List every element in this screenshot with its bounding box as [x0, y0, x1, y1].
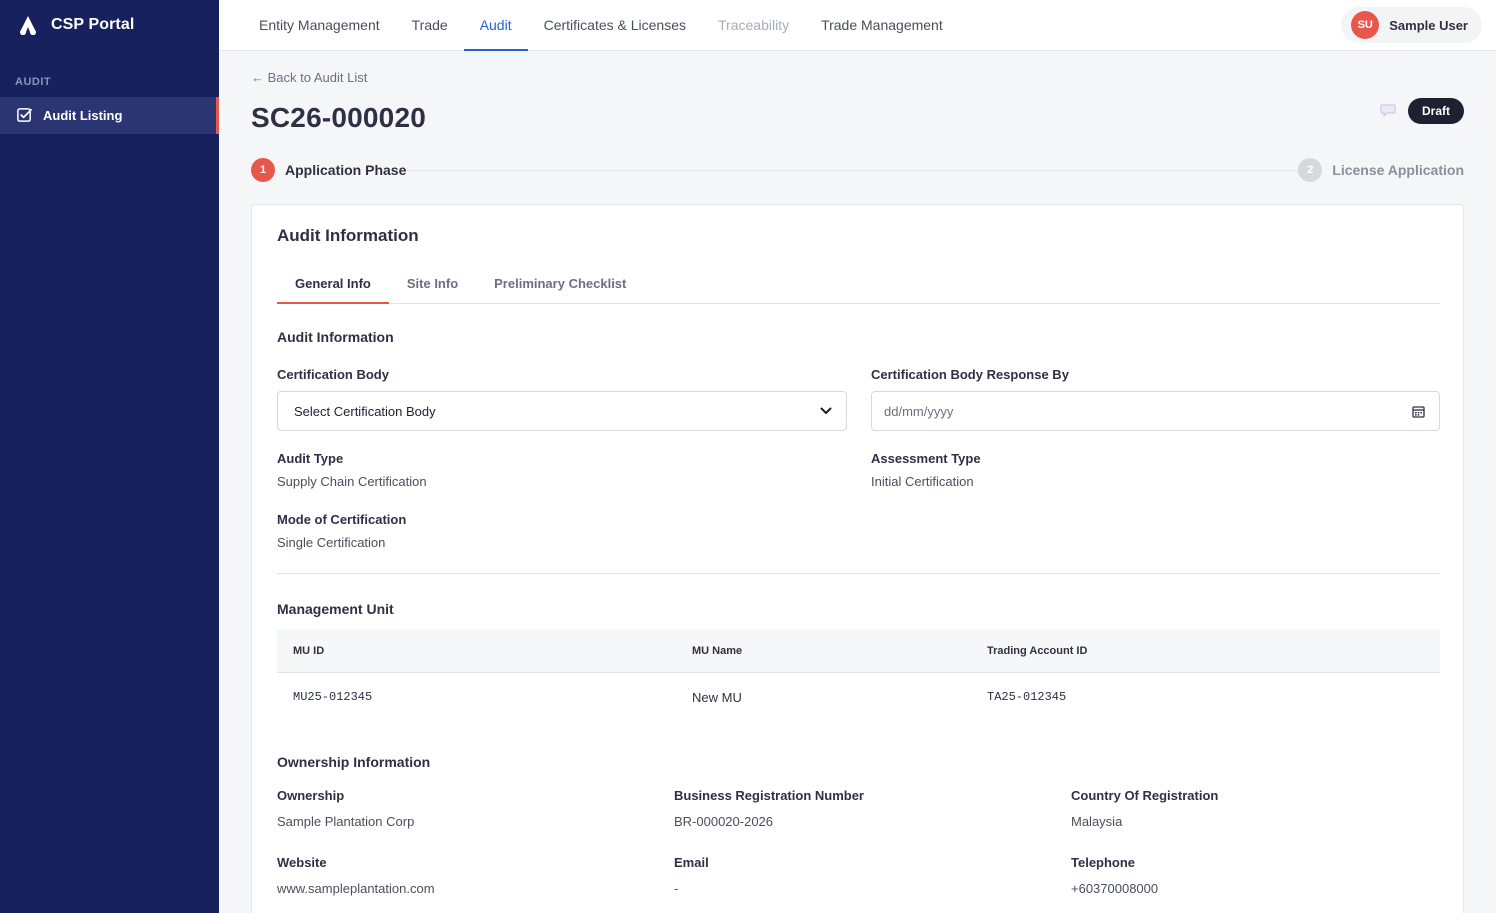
section-heading-audit-information: Audit Information — [277, 329, 394, 345]
sidebar-section-label: AUDIT — [15, 76, 52, 88]
user-menu[interactable]: SU Sample User — [1341, 7, 1482, 43]
business-registration-number-label: Business Registration Number — [674, 788, 864, 803]
ownership-value: Sample Plantation Corp — [277, 814, 415, 829]
sidebar: CSP Portal AUDIT Audit Listing — [0, 0, 219, 913]
tab-general-info[interactable]: General Info — [277, 265, 389, 304]
email-label: Email — [674, 855, 709, 870]
ownership-label: Ownership — [277, 788, 345, 803]
cell-mu-name: New MU — [692, 690, 742, 705]
certification-body-label: Certification Body — [277, 367, 389, 382]
page-title: SC26-000020 — [251, 102, 426, 133]
step-application-phase[interactable]: 1 Application Phase — [251, 158, 406, 182]
management-unit-table: MU ID MU Name Trading Account ID MU25-01… — [277, 630, 1440, 719]
tab-site-info[interactable]: Site Info — [389, 265, 476, 304]
step-license-application[interactable]: 2 License Application — [1298, 158, 1464, 182]
status-badge: Draft — [1407, 98, 1464, 124]
step-label: License Application — [1332, 162, 1464, 178]
brand[interactable]: CSP Portal — [0, 0, 219, 50]
telephone-label: Telephone — [1071, 855, 1136, 870]
table-header: MU ID MU Name Trading Account ID — [277, 630, 1440, 673]
tab-preliminary-checklist[interactable]: Preliminary Checklist — [476, 265, 644, 304]
table-row: MU25-012345 New MU TA25-012345 — [277, 673, 1440, 719]
tab-entity-management[interactable]: Entity Management — [243, 0, 396, 51]
stepper-line — [404, 170, 1302, 171]
nav-tabs: Entity Management Trade Audit Certificat… — [243, 0, 959, 51]
website-label: Website — [277, 855, 327, 870]
stepper: 1 Application Phase 2 License Applicatio… — [251, 158, 1464, 182]
tab-certificates-licenses[interactable]: Certificates & Licenses — [528, 0, 702, 51]
assessment-type-value: Initial Certification — [871, 474, 974, 489]
section-heading-management-unit: Management Unit — [277, 601, 394, 617]
cell-trading-account-id: TA25-012345 — [987, 690, 1067, 704]
avatar: SU — [1351, 11, 1380, 39]
audit-type-value: Supply Chain Certification — [277, 474, 427, 489]
divider — [277, 573, 1440, 574]
audit-type-label: Audit Type — [277, 451, 344, 466]
card-title: Audit Information — [277, 226, 419, 245]
section-heading-ownership-information: Ownership Information — [277, 754, 431, 770]
assessment-type-label: Assessment Type — [871, 451, 981, 466]
tab-traceability: Traceability — [718, 16, 790, 33]
audit-information-card: Audit Information General Info Site Info… — [251, 204, 1464, 913]
step-number: 2 — [1298, 158, 1323, 182]
business-registration-number-value: BR-000020-2026 — [674, 814, 774, 829]
column-mu-name: MU Name — [692, 645, 743, 657]
mode-of-certification-label: Mode of Certification — [277, 512, 407, 527]
app-name: CSP Portal — [51, 16, 135, 33]
response-by-label: Certification Body Response By — [871, 367, 1069, 382]
step-number: 1 — [251, 158, 275, 182]
sidebar-item-audit-listing[interactable]: Audit Listing — [0, 97, 219, 134]
tab-audit[interactable]: Audit — [463, 0, 528, 51]
certification-body-select[interactable]: Select Certification Body — [277, 391, 847, 431]
certification-body-selected: Select Certification Body — [294, 403, 436, 419]
tab-trade[interactable]: Trade — [396, 0, 464, 51]
step-label: Application Phase — [285, 162, 407, 178]
mode-of-certification-value: Single Certification — [277, 535, 386, 550]
card-tabs: General Info Site Info Preliminary Check… — [277, 265, 1440, 304]
country-of-registration-label: Country Of Registration — [1071, 788, 1219, 803]
comment-icon[interactable] — [1380, 103, 1396, 117]
top-navigation: Entity Management Trade Audit Certificat… — [219, 0, 1496, 51]
column-mu-id: MU ID — [293, 645, 325, 657]
email-value: - — [674, 881, 679, 896]
back-to-audit-list-link[interactable]: ← Back to Audit List — [251, 70, 367, 85]
calendar-icon[interactable] — [1412, 405, 1425, 418]
chevron-down-icon — [820, 407, 832, 414]
logo-icon — [20, 16, 36, 35]
website-value: www.sampleplantation.com — [277, 881, 435, 896]
checkbox-icon — [17, 108, 32, 122]
date-placeholder: dd/mm/yyyy — [884, 403, 954, 419]
country-of-registration-value: Malaysia — [1071, 814, 1123, 829]
telephone-value: +60370008000 — [1071, 881, 1159, 896]
user-name: Sample User — [1389, 17, 1468, 33]
cell-mu-id: MU25-012345 — [293, 690, 373, 704]
sidebar-item-label: Audit Listing — [43, 108, 123, 123]
column-trading-account-id: Trading Account ID — [987, 645, 1088, 657]
response-by-date-input[interactable]: dd/mm/yyyy — [871, 391, 1440, 431]
tab-trade-management[interactable]: Trade Management — [805, 0, 959, 51]
